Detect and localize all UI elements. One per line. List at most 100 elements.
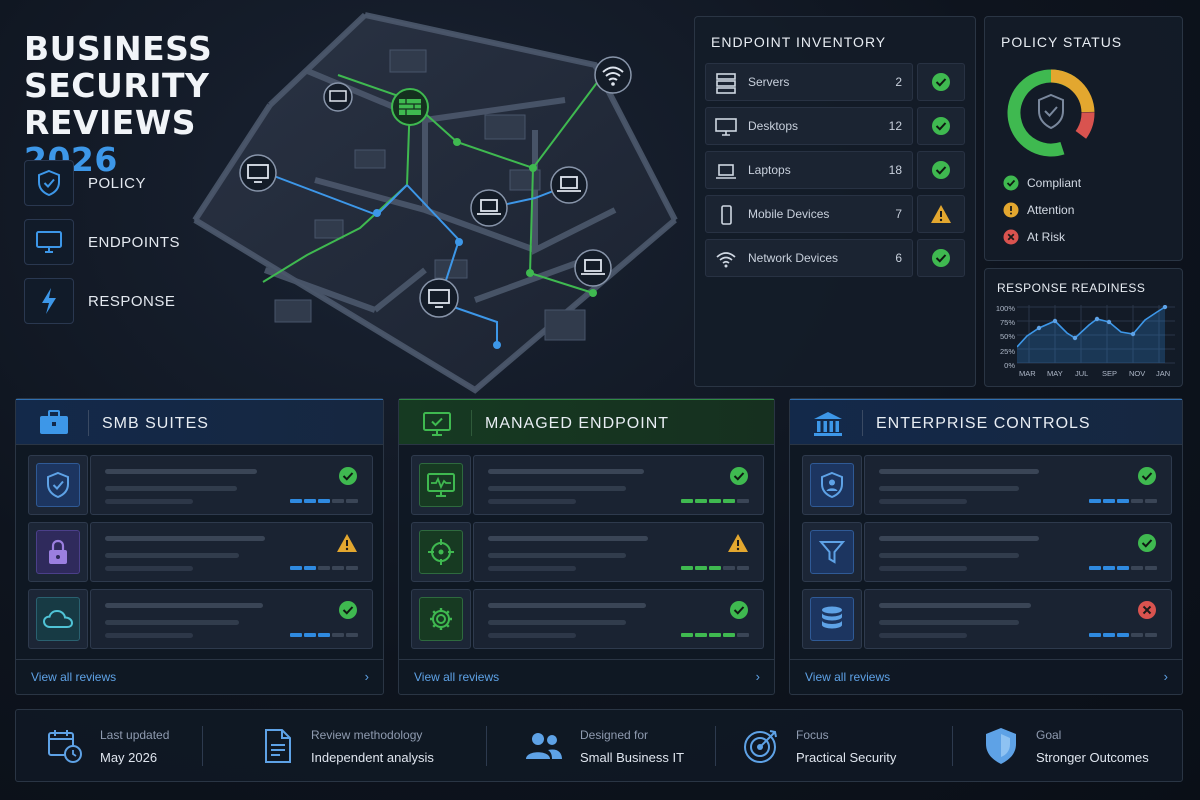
legend-attention: Attention	[1003, 202, 1074, 218]
progress-segment	[304, 499, 316, 503]
progress-segment	[318, 633, 330, 637]
pillar-policy[interactable]: POLICY	[24, 160, 146, 206]
progress-segment	[332, 633, 344, 637]
placeholder-line	[879, 499, 967, 504]
progress-segment	[318, 566, 330, 570]
warning-icon	[728, 534, 748, 552]
inventory-row-servers[interactable]: Servers 2	[705, 63, 965, 101]
footer-key: Goal	[1036, 727, 1062, 742]
review-row[interactable]	[28, 522, 373, 582]
category-title: ENTERPRISE CONTROLS	[876, 415, 1091, 432]
progress-segment	[346, 633, 358, 637]
inventory-count: 7	[895, 207, 902, 221]
progress-segment	[290, 566, 302, 570]
legend-at-risk: At Risk	[1003, 229, 1065, 245]
placeholder-line	[879, 566, 967, 571]
review-row[interactable]	[802, 455, 1172, 515]
placeholder-line	[105, 566, 193, 571]
progress-segment	[709, 499, 721, 503]
progress-segment	[1103, 566, 1115, 570]
review-row[interactable]	[28, 589, 373, 649]
view-all-reviews-link[interactable]: View all reviews	[31, 670, 116, 684]
review-row[interactable]	[28, 455, 373, 515]
progress-segment	[1089, 566, 1101, 570]
crosshair-icon	[428, 539, 454, 565]
progress-segment	[1117, 499, 1129, 503]
y-tick-label: 75%	[999, 318, 1015, 328]
legend-label: At Risk	[1027, 230, 1066, 244]
progress-segment	[1131, 566, 1143, 570]
chevron-right-icon[interactable]: ›	[365, 669, 369, 684]
monitor-pulse-icon	[427, 473, 455, 497]
legend-label: Attention	[1027, 203, 1075, 217]
x-tick-label: MAY	[1047, 369, 1063, 378]
placeholder-line	[105, 499, 193, 504]
placeholder-line	[879, 553, 1019, 558]
readiness-line-chart	[1017, 305, 1175, 364]
shield-check-icon	[1038, 93, 1064, 130]
progress-segment	[346, 499, 358, 503]
category-header[interactable]: MANAGED ENDPOINT	[399, 399, 774, 445]
inventory-label: Network Devices	[748, 251, 839, 265]
placeholder-line	[105, 603, 263, 608]
inventory-row-mobile-devices[interactable]: Mobile Devices 7	[705, 195, 965, 233]
inventory-label: Mobile Devices	[748, 207, 830, 221]
pillar-response[interactable]: RESPONSE	[24, 278, 175, 324]
progress-segment	[1117, 566, 1129, 570]
x-tick-label: NOV	[1129, 369, 1146, 378]
category-header[interactable]: ENTERPRISE CONTROLS	[790, 399, 1182, 445]
footer-value: Stronger Outcomes	[1036, 749, 1149, 765]
view-all-reviews-link[interactable]: View all reviews	[414, 670, 499, 684]
review-row[interactable]	[411, 589, 764, 649]
response-readiness-title: RESPONSE READINESS	[997, 281, 1146, 295]
shield-check-icon	[24, 160, 74, 206]
x-tick-label: SEP	[1102, 369, 1118, 378]
footer-key: Review methodology	[311, 727, 423, 742]
category-managed-endpoint: MANAGED ENDPOINT View all reviews ›	[398, 398, 775, 695]
review-row[interactable]	[802, 589, 1172, 649]
review-row[interactable]	[411, 522, 764, 582]
x-tick-label: MAR	[1019, 369, 1036, 378]
legend-compliant: Compliant	[1003, 175, 1081, 191]
inventory-row-network-devices[interactable]: Network Devices 6	[705, 239, 965, 277]
progress-segment	[1131, 633, 1143, 637]
review-row[interactable]	[411, 455, 764, 515]
placeholder-line	[105, 620, 239, 625]
chevron-right-icon[interactable]: ›	[756, 669, 760, 684]
progress-segment	[332, 499, 344, 503]
progress-segment	[695, 566, 707, 570]
view-all-reviews-link[interactable]: View all reviews	[805, 670, 890, 684]
inventory-row-laptops[interactable]: Laptops 18	[705, 151, 965, 189]
progress-segment	[681, 566, 693, 570]
placeholder-line	[105, 553, 239, 558]
progress-segment	[695, 633, 707, 637]
review-row[interactable]	[802, 522, 1172, 582]
server-icon	[716, 73, 736, 94]
policy-status-panel: POLICY STATUS Compliant Attention At Ris…	[984, 16, 1183, 261]
progress-bar	[290, 566, 358, 570]
placeholder-line	[488, 566, 576, 571]
progress-segment	[723, 499, 735, 503]
progress-segment	[332, 566, 344, 570]
inventory-count: 18	[888, 163, 902, 177]
inventory-label: Desktops	[748, 119, 799, 133]
pillar-label: POLICY	[88, 174, 147, 192]
y-tick-label: 25%	[999, 346, 1015, 356]
shield-check-icon	[47, 471, 69, 499]
progress-segment	[1145, 633, 1157, 637]
pillar-endpoints[interactable]: ENDPOINTS	[24, 219, 180, 265]
progress-segment	[709, 633, 721, 637]
device-badge-monitor-top	[323, 82, 353, 112]
progress-segment	[737, 633, 749, 637]
device-badge-laptop-right	[550, 166, 588, 204]
progress-segment	[304, 633, 316, 637]
category-header[interactable]: SMB SUITES	[16, 399, 383, 445]
inventory-row-desktops[interactable]: Desktops 12	[705, 107, 965, 145]
placeholder-line	[488, 633, 576, 638]
placeholder-line	[879, 536, 1039, 541]
placeholder-line	[488, 620, 626, 625]
chevron-right-icon[interactable]: ›	[1164, 669, 1168, 684]
office-network-illustration	[192, 12, 678, 394]
padlock-icon	[49, 539, 67, 564]
progress-segment	[1103, 633, 1115, 637]
